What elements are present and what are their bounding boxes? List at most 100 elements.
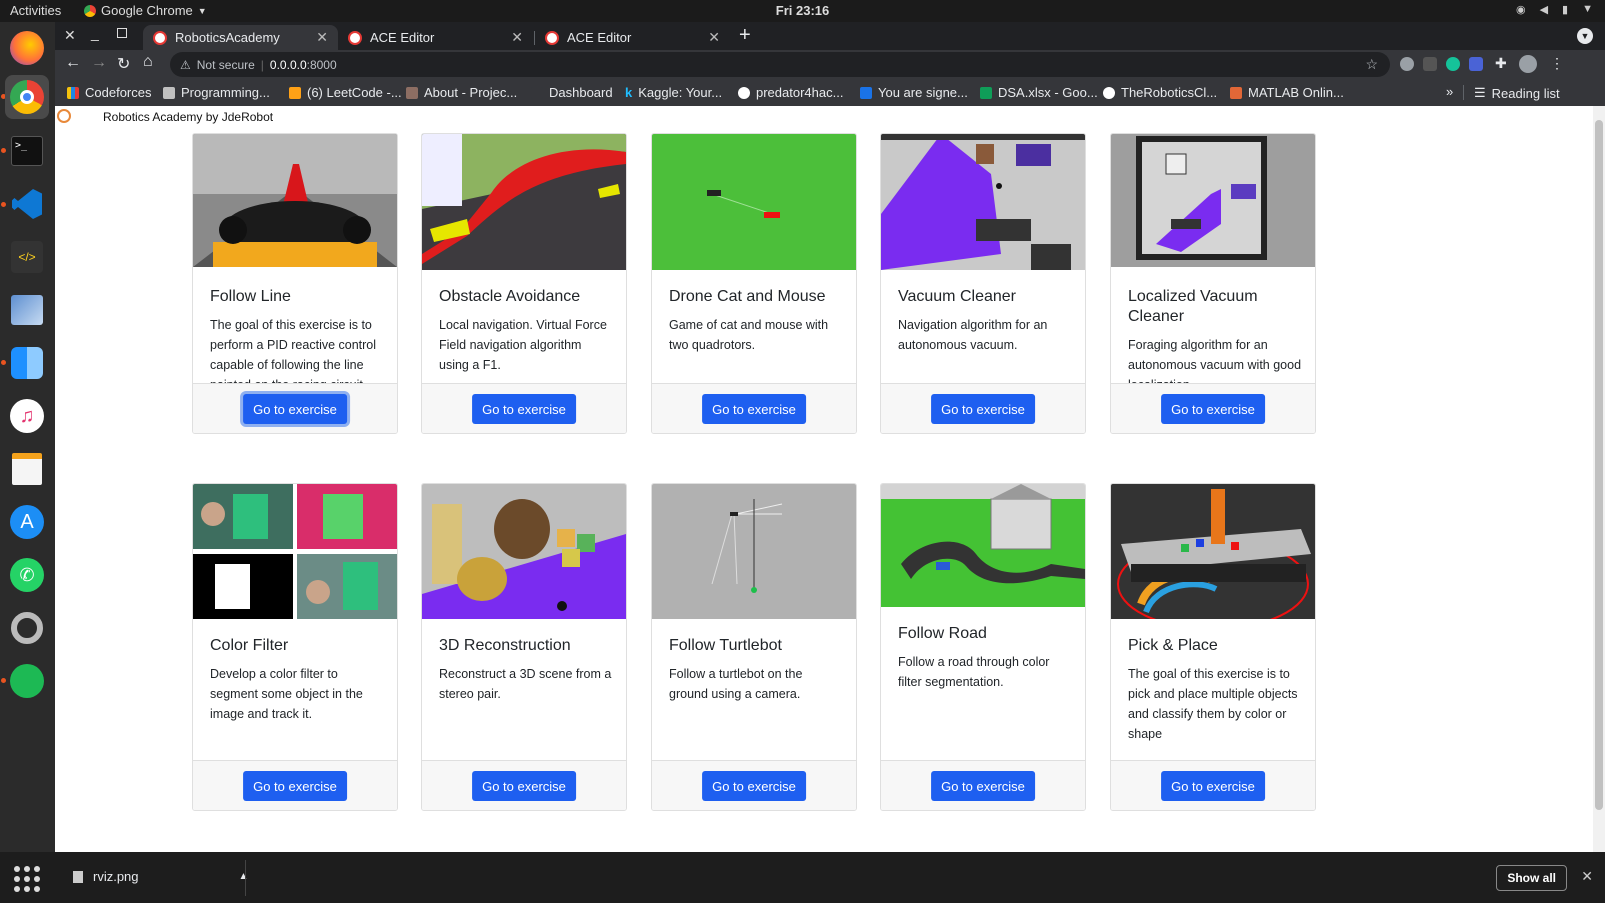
go-to-exercise-button[interactable]: Go to exercise xyxy=(1161,771,1265,801)
close-downloads-icon[interactable]: ✕ xyxy=(1581,868,1593,885)
reading-list-button[interactable]: ☰ Reading list xyxy=(1474,85,1560,101)
reload-icon[interactable]: ↻ xyxy=(117,54,130,74)
music-dock-icon[interactable]: ♫ xyxy=(5,394,49,438)
clock[interactable]: Fri 23:16 xyxy=(776,3,829,18)
chrome-dock-icon[interactable] xyxy=(5,75,49,119)
bookmark-star-icon[interactable]: ☆ xyxy=(1365,56,1378,73)
tab-ace-editor[interactable]: ACE Editor ✕ xyxy=(535,25,730,50)
chrome-menu-icon[interactable]: ⋮ xyxy=(1550,55,1564,72)
code-editor-dock-icon[interactable]: </> xyxy=(5,235,49,279)
show-applications-icon[interactable] xyxy=(14,866,40,892)
back-icon[interactable]: ← xyxy=(65,54,81,72)
tab-ace-editor[interactable]: ACE Editor ✕ xyxy=(338,25,533,50)
tab-search-icon[interactable]: ▼ xyxy=(1577,28,1593,44)
go-to-exercise-button[interactable]: Go to exercise xyxy=(931,394,1035,424)
more-bookmarks-icon[interactable]: » xyxy=(1446,84,1453,99)
profile-avatar[interactable] xyxy=(1519,55,1537,73)
finder-dock-icon[interactable] xyxy=(5,341,49,385)
go-to-exercise-button[interactable]: Go to exercise xyxy=(1161,394,1265,424)
bookmark-label: Kaggle: Your... xyxy=(638,85,723,100)
tab-label: RoboticsAcademy xyxy=(175,30,280,45)
close-tab-icon[interactable]: ✕ xyxy=(316,29,328,46)
kaggle-icon: k xyxy=(625,85,633,100)
activities-button[interactable]: Activities xyxy=(10,3,61,18)
address-bar[interactable]: ⚠ Not secure | 0.0.0.0 :8000 ☆ xyxy=(170,52,1390,77)
bookmark-dashboard[interactable]: Dashboard xyxy=(531,85,613,100)
card-footer: Go to exercise xyxy=(193,383,397,433)
exercise-image xyxy=(193,484,397,619)
spotify-dock-icon[interactable] xyxy=(5,659,49,703)
vscode-dock-icon[interactable] xyxy=(5,182,49,226)
app-store-dock-icon[interactable]: A xyxy=(5,500,49,544)
bookmark-label: MATLAB Onlin... xyxy=(1248,85,1344,100)
firefox-dock-icon[interactable] xyxy=(5,26,49,70)
bookmark-github[interactable]: predator4hac... xyxy=(738,85,843,100)
maximize-window-icon[interactable] xyxy=(117,28,127,38)
extensions-puzzle-icon[interactable]: ✚ xyxy=(1495,55,1507,72)
exercise-image xyxy=(422,134,626,270)
bookmark-icon xyxy=(531,86,543,99)
bookmark-icon xyxy=(406,86,418,99)
warning-icon: ⚠ xyxy=(180,57,191,72)
bookmark-programming[interactable]: Programming... xyxy=(163,85,270,100)
bookmark-codeforces[interactable]: Codeforces xyxy=(67,85,151,100)
bookmark-theroboticsclub[interactable]: TheRoboticsCl... xyxy=(1103,85,1217,100)
chevron-up-icon[interactable]: ▲ xyxy=(239,871,249,882)
bookmark-signed-in[interactable]: You are signe... xyxy=(860,85,968,100)
go-to-exercise-button[interactable]: Go to exercise xyxy=(243,771,347,801)
bookmark-dsa-sheet[interactable]: DSA.xlsx - Goo... xyxy=(980,85,1098,100)
volume-icon: ◀ xyxy=(1539,4,1549,16)
exercise-title: 3D Reconstruction xyxy=(439,637,571,654)
go-to-exercise-button[interactable]: Go to exercise xyxy=(931,771,1035,801)
bookmark-leetcode[interactable]: (6) LeetCode -... xyxy=(289,85,402,100)
go-to-exercise-button[interactable]: Go to exercise xyxy=(472,771,576,801)
jderobot-logo[interactable] xyxy=(57,109,71,123)
tab-label: ACE Editor xyxy=(370,30,435,45)
exercise-image xyxy=(881,484,1085,607)
go-to-exercise-button[interactable]: Go to exercise xyxy=(243,394,347,424)
extension-icon[interactable] xyxy=(1469,57,1483,71)
home-icon[interactable]: ⌂ xyxy=(143,53,153,71)
terminal-dock-icon[interactable]: >_ xyxy=(5,129,49,173)
text-editor-dock-icon[interactable] xyxy=(5,447,49,491)
show-all-downloads-button[interactable]: Show all xyxy=(1496,865,1567,891)
close-tab-icon[interactable]: ✕ xyxy=(708,29,720,46)
go-to-exercise-button[interactable]: Go to exercise xyxy=(702,771,806,801)
go-to-exercise-button[interactable]: Go to exercise xyxy=(472,394,576,424)
tab-roboticsacademy[interactable]: RoboticsAcademy ✕ xyxy=(143,25,338,50)
download-item[interactable]: rviz.png ▲ xyxy=(73,869,248,884)
favicon xyxy=(545,30,559,45)
extension-icon[interactable] xyxy=(1400,57,1414,71)
card-footer: Go to exercise xyxy=(652,383,856,433)
exercise-image xyxy=(1111,484,1315,619)
image-viewer-dock-icon[interactable] xyxy=(5,288,49,332)
exercise-card-vacuum-cleaner: Vacuum Cleaner Navigation algorithm for … xyxy=(880,133,1086,434)
system-tray[interactable]: ◉ ◀ ▮ ▼ xyxy=(1516,3,1593,16)
grammarly-icon[interactable] xyxy=(1446,57,1460,71)
exercise-title: Color Filter xyxy=(210,637,289,654)
app-menu[interactable]: Google Chrome ▼ xyxy=(84,3,207,18)
favicon xyxy=(153,30,167,45)
system-top-bar: Activities Google Chrome ▼ Fri 23:16 ◉ ◀… xyxy=(0,0,1605,22)
exercise-card-drone-cat-mouse: Drone Cat and Mouse Game of cat and mous… xyxy=(651,133,857,434)
extension-icon[interactable] xyxy=(1423,57,1437,71)
whatsapp-dock-icon[interactable]: ✆ xyxy=(5,553,49,597)
exercise-image xyxy=(652,134,856,270)
bookmark-about-project[interactable]: About - Projec... xyxy=(406,85,517,100)
scrollbar-thumb[interactable] xyxy=(1595,120,1603,810)
page-scrollbar[interactable] xyxy=(1593,106,1605,852)
exercise-image xyxy=(881,134,1085,270)
go-to-exercise-button[interactable]: Go to exercise xyxy=(702,394,806,424)
close-tab-icon[interactable]: ✕ xyxy=(511,29,523,46)
minimize-window-icon[interactable]: _ xyxy=(91,25,99,41)
settings-dock-icon[interactable] xyxy=(5,606,49,650)
site-brand[interactable]: Robotics Academy by JdeRobot xyxy=(103,110,273,124)
bookmark-matlab[interactable]: MATLAB Onlin... xyxy=(1230,85,1344,100)
close-window-icon[interactable]: ✕ xyxy=(64,27,76,44)
bookmark-kaggle[interactable]: k Kaggle: Your... xyxy=(625,85,722,100)
new-tab-icon[interactable]: + xyxy=(739,24,751,47)
exercise-title: Drone Cat and Mouse xyxy=(669,288,826,305)
card-footer: Go to exercise xyxy=(652,760,856,810)
bookmarks-bar: Codeforces Programming... (6) LeetCode -… xyxy=(55,79,1605,106)
forward-icon[interactable]: → xyxy=(91,54,107,72)
